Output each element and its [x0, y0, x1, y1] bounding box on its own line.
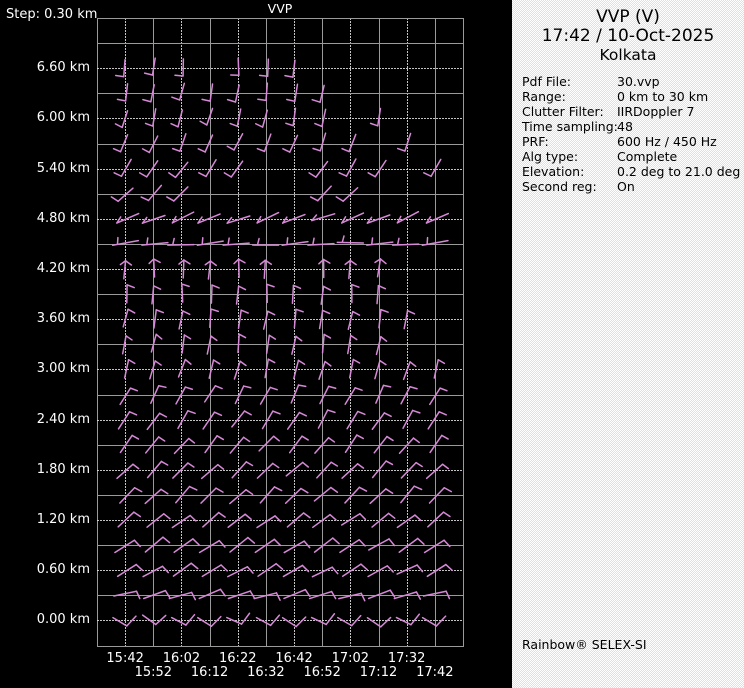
y-axis-label: 3.60 km [36, 311, 90, 327]
product-datetime: 17:42 / 10-Oct-2025 [541, 26, 715, 46]
field-value: 48 [617, 119, 633, 134]
field-row: Elevation: 0.2 deg to 21.0 deg [522, 164, 744, 179]
x-axis-label: 15:42 [106, 651, 144, 666]
x-axis-label: 16:22 [219, 651, 257, 666]
field-row: Clutter Filter: IIRDoppler 7 [522, 104, 744, 119]
brand-footer: Rainbow® SELEX-SI [522, 637, 647, 652]
x-axis-label: 17:02 [331, 651, 370, 666]
field-row: Pdf File: 30.vvp [522, 74, 744, 89]
vvp-plot-canvas [97, 18, 464, 647]
y-axis-label: 1.20 km [36, 512, 90, 527]
product-title: VVP (V) [596, 7, 660, 27]
step-label: Step: 0.30 km [6, 7, 98, 22]
y-axis-label: 4.80 km [36, 210, 90, 226]
x-axis-label: 17:12 [359, 665, 398, 680]
field-value: On [617, 179, 635, 194]
field-label: Second reg: [522, 179, 597, 194]
field-row: PRF: 600 Hz / 450 Hz [522, 134, 744, 149]
x-axis-label: 16:42 [275, 651, 313, 666]
field-value: Complete [617, 149, 678, 164]
product-fields: Pdf File: 30.vvp Range: 0 km to 30 km Cl… [522, 74, 744, 194]
field-label: Range: [522, 89, 566, 104]
x-axis-label: 16:32 [247, 665, 285, 680]
x-axis-label: 15:52 [134, 665, 173, 680]
x-axis-label: 16:52 [303, 665, 341, 680]
y-axis-label: 3.00 km [36, 361, 90, 377]
y-axis-label: 5.40 km [36, 160, 90, 176]
field-row: Alg type: Complete [522, 149, 744, 164]
y-axis-label: 2.40 km [36, 411, 90, 427]
y-axis-label: 6.60 km [36, 60, 90, 76]
y-axis-label: 4.20 km [36, 261, 90, 276]
site-name: Kolkata [599, 46, 657, 64]
x-axis-label: 16:02 [162, 651, 201, 666]
field-row: Range: 0 km to 30 km [522, 89, 744, 104]
field-label: Pdf File: [522, 74, 571, 89]
y-axis-label: 1.80 km [36, 461, 90, 477]
field-value: 0.2 deg to 21.0 deg [617, 164, 741, 179]
plot-region: Step: 0.30 km VVP 6.60 km 6.00 km 5.40 km 4… [0, 0, 512, 688]
field-value: IIRDoppler 7 [617, 104, 695, 119]
vvp-window: Step: 0.30 km VVP 6.60 km 6.00 km 5.40 km 4… [0, 0, 744, 688]
field-row: Second reg: On [522, 179, 744, 194]
y-axis-label: 6.00 km [36, 110, 90, 126]
x-axis-label: 16:12 [190, 665, 229, 680]
field-label: Clutter Filter: [522, 104, 604, 119]
y-axis-label: 0.00 km [36, 612, 90, 628]
plot-title: VVP [267, 1, 293, 16]
x-axis-label: 17:32 [387, 651, 426, 666]
field-row: Time sampling: 48 [522, 119, 744, 134]
field-label: Elevation: [522, 164, 585, 179]
field-value: 30.vvp [617, 74, 660, 89]
field-value: 600 Hz / 450 Hz [617, 134, 717, 149]
field-value: 0 km to 30 km [617, 89, 709, 104]
info-panel: VVP (V) 17:42 / 10-Oct-2025 Kolkata Pdf … [512, 0, 744, 688]
x-axis-label: 17:42 [416, 665, 454, 680]
field-label: Alg type: [522, 149, 579, 164]
field-label: PRF: [522, 134, 549, 149]
y-axis-label: 0.60 km [36, 562, 90, 578]
field-label: Time sampling: [522, 119, 618, 134]
